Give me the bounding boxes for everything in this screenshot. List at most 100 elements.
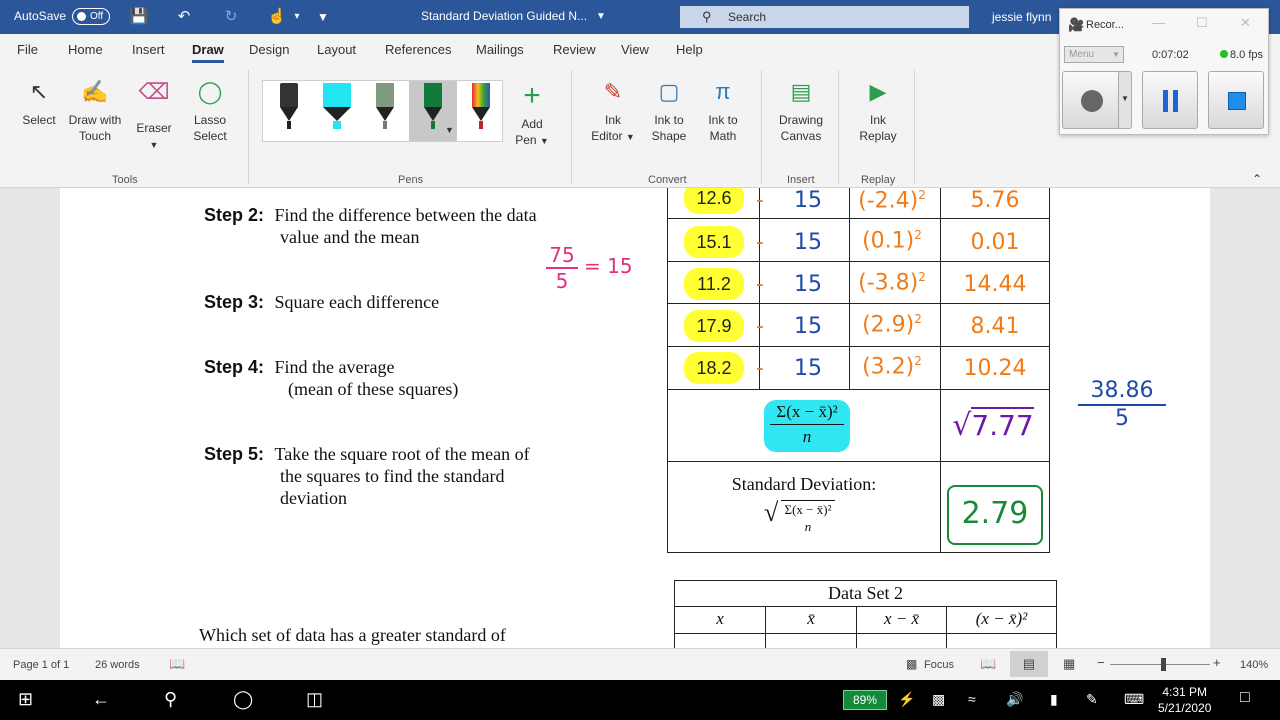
tab-insert[interactable]: Insert [132, 42, 165, 57]
page-count[interactable]: Page 1 of 1 [13, 659, 69, 671]
dataset2-header-mean: x̄ [807, 609, 815, 628]
zoom-slider-thumb[interactable] [1161, 658, 1166, 671]
tab-view[interactable]: View [621, 42, 649, 57]
web-layout-icon[interactable]: ▦ [1063, 656, 1075, 672]
column-divider [940, 188, 941, 552]
volume-icon[interactable]: 🔊 [1006, 691, 1023, 708]
drawing-canvas-label-2: Canvas [780, 129, 822, 143]
autosave-toggle[interactable]: Off [72, 8, 110, 25]
touch-mode-dropdown-icon[interactable]: ▾ [286, 6, 308, 28]
minus-sign: - [756, 314, 764, 339]
cortana-icon[interactable]: ◯ [233, 689, 253, 710]
pen-tip [424, 107, 442, 121]
zoom-out-icon[interactable]: − [1097, 655, 1105, 670]
wifi-icon[interactable]: ≈ [968, 691, 976, 707]
record-button[interactable] [1062, 71, 1124, 129]
menu-chevron-icon: ▼ [1112, 50, 1120, 59]
select-button[interactable]: ↖ Select [16, 76, 62, 128]
add-pen-button[interactable]: + Add Pen ▼ [512, 80, 552, 149]
title-dropdown-icon[interactable]: ▼ [590, 6, 612, 28]
lasso-select-button[interactable]: ◯ Lasso Select [187, 76, 233, 144]
ink-to-shape-button[interactable]: ▢ Ink to Shape [646, 76, 692, 144]
fraction-bar [770, 424, 844, 425]
tab-help[interactable]: Help [676, 42, 703, 57]
action-center-icon[interactable]: ▩ [932, 691, 945, 708]
proofing-icon[interactable]: 📖 [169, 656, 185, 672]
tab-file[interactable]: File [17, 42, 38, 57]
drawing-canvas-button[interactable]: ▤ Drawing Canvas [774, 76, 828, 144]
task-view-icon[interactable]: ◫ [306, 689, 323, 710]
exponent: 2 [918, 270, 926, 284]
tab-mailings[interactable]: Mailings [476, 42, 524, 57]
difference-text: (0.1) [862, 228, 915, 254]
recorder-menu-dropdown[interactable]: Menu ▼ [1064, 46, 1124, 63]
windows-start-icon[interactable]: ⊞ [18, 689, 33, 710]
print-layout-icon[interactable]: ▤ [1010, 651, 1048, 677]
tab-layout[interactable]: Layout [317, 42, 356, 57]
document-title[interactable]: Standard Deviation Guided N... [421, 9, 587, 23]
exponent: 2 [914, 228, 922, 242]
step2-text-2: value and the mean [280, 227, 420, 247]
usb-drive-icon[interactable]: ▮ [1050, 691, 1058, 708]
redo-icon[interactable]: ↻ [220, 6, 242, 28]
draw-with-touch-button[interactable]: ✍ Draw with Touch [66, 76, 124, 144]
x-value-highlight: 18.2 [684, 352, 744, 384]
zoom-in-icon[interactable]: + [1213, 655, 1221, 670]
ink-editor-dropdown-icon[interactable]: ▼ [626, 132, 635, 142]
touch-mode-icon[interactable]: ☝ [266, 6, 288, 28]
pause-button[interactable] [1142, 71, 1198, 129]
stop-button[interactable] [1208, 71, 1264, 129]
highlighter-cyan[interactable] [313, 81, 361, 141]
mean-value: 15 [794, 272, 822, 297]
focus-icon[interactable]: ▩ [906, 657, 917, 671]
variance-value: √7.77 [948, 407, 1038, 443]
ink-math-label-2: Math [709, 129, 737, 143]
notifications-icon[interactable]: □ [1240, 689, 1250, 707]
tab-references[interactable]: References [385, 42, 451, 57]
ink-to-math-button[interactable]: π Ink to Math [700, 76, 746, 144]
ink-replay-button[interactable]: ▶ Ink Replay [856, 76, 900, 144]
word-count[interactable]: 26 words [95, 659, 140, 671]
pen-dropdown-icon[interactable]: ▼ [445, 125, 454, 135]
side-calculation: 38.86 5 [1076, 378, 1168, 432]
save-icon[interactable]: 💾 [128, 6, 150, 28]
tab-draw[interactable]: Draw [192, 42, 224, 63]
eraser-button[interactable]: ⌫ Eraser ▼ [132, 76, 176, 153]
pen-green-selected[interactable]: ▼ [409, 81, 457, 141]
add-pen-dropdown-icon[interactable]: ▼ [540, 136, 549, 146]
minimize-icon[interactable]: — [1152, 15, 1165, 30]
tab-review[interactable]: Review [553, 42, 596, 57]
step4-text-1: Find the average [274, 357, 395, 377]
zoom-slider[interactable] [1110, 664, 1210, 665]
pen-body [472, 83, 490, 107]
pen-tip [323, 107, 351, 121]
back-icon[interactable]: ← [92, 689, 110, 710]
keyboard-icon[interactable]: ⌨ [1124, 691, 1144, 708]
eraser-dropdown-icon[interactable]: ▼ [150, 140, 159, 150]
document-canvas[interactable]: Step 2: Find the difference between the … [0, 188, 1280, 648]
focus-label[interactable]: Focus [924, 659, 954, 671]
maximize-icon[interactable]: ☐ [1196, 15, 1208, 31]
pen-rainbow[interactable] [457, 81, 505, 141]
document-page[interactable]: Step 2: Find the difference between the … [60, 188, 1210, 648]
tab-design[interactable]: Design [249, 42, 289, 57]
collapse-ribbon-icon[interactable]: ⌃ [1252, 172, 1262, 186]
pencil-gray[interactable] [361, 81, 409, 141]
close-icon[interactable]: ✕ [1240, 15, 1251, 31]
step3-label: Step 3: [204, 292, 265, 312]
zoom-level[interactable]: 140% [1240, 659, 1268, 671]
user-name[interactable]: jessie flynn [992, 10, 1051, 24]
battery-indicator[interactable]: 89% [843, 690, 887, 710]
tab-home[interactable]: Home [68, 42, 103, 57]
squared-value: 10.24 [963, 356, 1027, 381]
search-icon[interactable]: ⚲ [164, 689, 177, 710]
customize-toolbar-icon[interactable]: ▼ [312, 6, 334, 28]
undo-icon[interactable]: ↶ [173, 6, 195, 28]
clock[interactable]: 4:31 PM 5/21/2020 [1158, 684, 1211, 716]
ink-editor-button[interactable]: ✎ Ink Editor ▼ [588, 76, 638, 145]
search-box[interactable]: ⚲ Search [680, 6, 969, 28]
pen-workspace-icon[interactable]: ✎ [1086, 691, 1098, 708]
read-mode-icon[interactable]: 📖 [980, 656, 996, 672]
record-options-dropdown[interactable]: ▼ [1118, 71, 1132, 129]
pen-black[interactable] [265, 81, 313, 141]
